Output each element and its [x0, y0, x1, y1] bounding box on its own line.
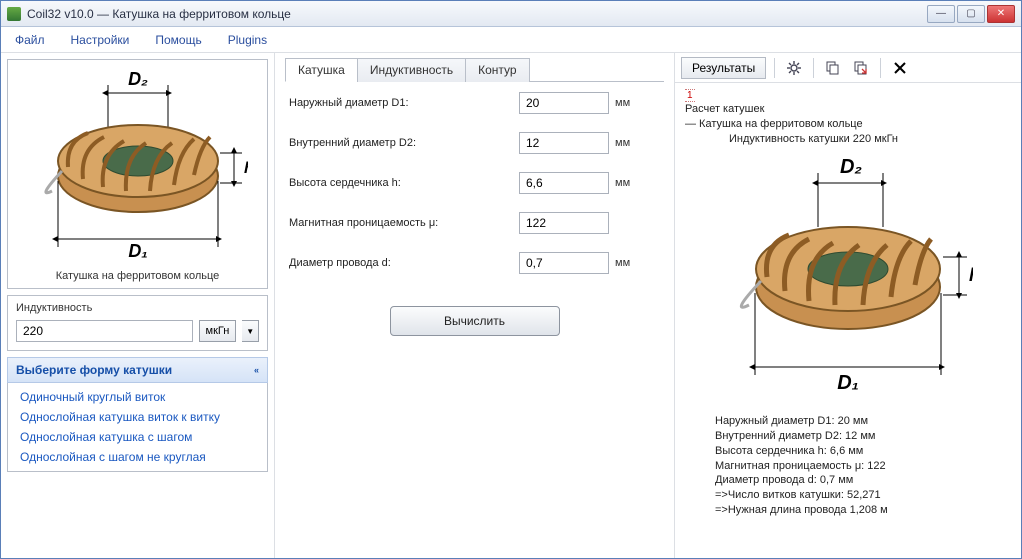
menu-help[interactable]: Помощь: [155, 33, 201, 47]
coil-type-item[interactable]: Однослойная катушка виток к витку: [8, 407, 267, 427]
tab-inductance[interactable]: Индуктивность: [357, 58, 466, 82]
result-line: Магнитная проницаемость μ: 122: [685, 460, 1011, 474]
toolbar-divider: [813, 58, 814, 78]
result-line: Высота сердечника h: 6,6 мм: [685, 445, 1011, 459]
left-panel: D₂: [1, 53, 275, 558]
row-mu: Магнитная проницаемость μ:: [289, 212, 660, 234]
coil-image-box: D₂: [7, 59, 268, 289]
coil-type-list: Одиночный круглый виток Однослойная кату…: [7, 383, 268, 472]
result-line: Наружный диаметр D1: 20 мм: [685, 415, 1011, 429]
results-button[interactable]: Результаты: [681, 57, 766, 79]
menu-plugins[interactable]: Plugins: [228, 33, 267, 47]
label-d2: Внутренний диаметр D2:: [289, 137, 519, 149]
row-d: Диаметр провода d: мм: [289, 252, 660, 274]
coil-type-chooser: Выберите форму катушки « Одиночный кругл…: [7, 357, 268, 472]
close-button[interactable]: ✕: [987, 5, 1015, 23]
result-line: =>Нужная длина провода 1,208 м: [685, 504, 1011, 518]
coil-type-item[interactable]: Однослойная с шагом не круглая: [8, 447, 267, 467]
window-title: Coil32 v10.0 — Катушка на ферритовом кол…: [27, 7, 927, 21]
unit-d: мм: [615, 257, 641, 269]
coil-type-item[interactable]: Одиночный круглый виток: [8, 387, 267, 407]
inductance-group: Индуктивность мкГн ▼: [7, 295, 268, 351]
input-d[interactable]: [519, 252, 609, 274]
results-toolbar: Результаты: [675, 53, 1021, 83]
input-mu[interactable]: [519, 212, 609, 234]
result-output: Наружный диаметр D1: 20 мм Внутренний ди…: [685, 415, 1011, 517]
tabs: Катушка Индуктивность Контур: [285, 57, 664, 82]
inductance-label: Индуктивность: [16, 302, 259, 314]
result-line: =>Число витков катушки: 52,271: [685, 489, 1011, 503]
client-area: D₂: [1, 53, 1021, 558]
tab-contour[interactable]: Контур: [465, 58, 529, 82]
result-line: Диаметр провода d: 0,7 мм: [685, 474, 1011, 488]
unit-d1: мм: [615, 97, 641, 109]
minimize-button[interactable]: —: [927, 5, 955, 23]
row-d2: Внутренний диаметр D2: мм: [289, 132, 660, 154]
right-panel: Результаты 1 Расчет катуше: [675, 53, 1021, 558]
label-h: h: [244, 160, 248, 177]
row-h: Высота сердечника h: мм: [289, 172, 660, 194]
unit-h: мм: [615, 177, 641, 189]
chooser-header[interactable]: Выберите форму катушки «: [7, 357, 268, 383]
center-panel: Катушка Индуктивность Контур Наружный ди…: [275, 53, 675, 558]
app-window: Coil32 v10.0 — Катушка на ферритовом кол…: [0, 0, 1022, 559]
svg-text:h: h: [969, 265, 973, 285]
label-h: Высота сердечника h:: [289, 177, 519, 189]
label-d2: D₂: [128, 71, 148, 89]
inductance-unit-dropdown[interactable]: ▼: [242, 320, 259, 342]
unit-d2: мм: [615, 137, 641, 149]
results-body: 1 Расчет катушек — Катушка на ферритовом…: [675, 83, 1021, 558]
label-d1: D₁: [128, 241, 147, 261]
result-line: — Катушка на ферритовом кольце: [685, 118, 1011, 132]
result-index: 1: [685, 89, 695, 102]
input-h[interactable]: [519, 172, 609, 194]
chevron-up-icon: «: [254, 365, 259, 375]
menu-settings[interactable]: Настройки: [71, 33, 130, 47]
inductance-input[interactable]: [16, 320, 193, 342]
svg-text:D₂: D₂: [840, 157, 862, 178]
copy-icon[interactable]: [822, 57, 844, 79]
label-d1: Наружный диаметр D1:: [289, 97, 519, 109]
window-buttons: — ▢ ✕: [927, 5, 1015, 23]
coil-type-item[interactable]: Однослойная катушка с шагом: [8, 427, 267, 447]
coil-illustration: D₂: [14, 66, 261, 266]
clear-icon[interactable]: [889, 57, 911, 79]
image-caption: Катушка на ферритовом кольце: [56, 270, 220, 282]
result-line: Расчет катушек: [685, 103, 1011, 117]
menu-file[interactable]: Файл: [15, 33, 45, 47]
svg-text:D₁: D₁: [837, 372, 858, 394]
result-line: Индуктивность катушки 220 мкГн: [685, 133, 1011, 147]
row-d1: Наружный диаметр D1: мм: [289, 92, 660, 114]
input-d2[interactable]: [519, 132, 609, 154]
app-icon: [7, 7, 21, 21]
inductance-unit-button[interactable]: мкГн: [199, 320, 237, 342]
tab-coil[interactable]: Катушка: [285, 58, 358, 82]
maximize-button[interactable]: ▢: [957, 5, 985, 23]
paste-icon[interactable]: [850, 57, 872, 79]
calculate-button[interactable]: Вычислить: [390, 306, 560, 336]
label-mu: Магнитная проницаемость μ:: [289, 217, 519, 229]
chooser-title: Выберите форму катушки: [16, 363, 172, 377]
gear-icon[interactable]: [783, 57, 805, 79]
result-line: Внутренний диаметр D2: 12 мм: [685, 430, 1011, 444]
titlebar: Coil32 v10.0 — Катушка на ферритовом кол…: [1, 1, 1021, 27]
menubar: Файл Настройки Помощь Plugins: [1, 27, 1021, 53]
input-form: Наружный диаметр D1: мм Внутренний диаме…: [285, 82, 664, 346]
toolbar-divider: [880, 58, 881, 78]
input-d1[interactable]: [519, 92, 609, 114]
label-d: Диаметр провода d:: [289, 257, 519, 269]
result-illustration: D₂ D₁: [685, 147, 1011, 407]
toolbar-divider: [774, 58, 775, 78]
